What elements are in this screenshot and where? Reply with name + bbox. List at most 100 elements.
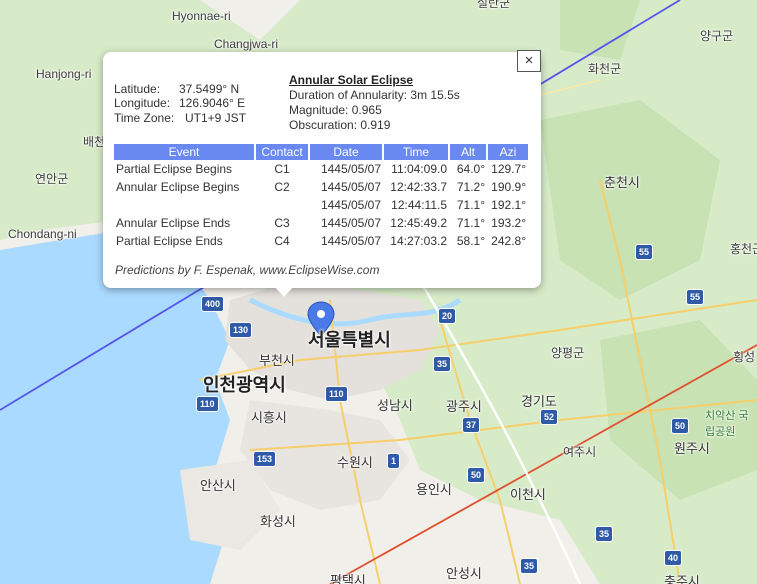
longitude-value: 126.9046° E xyxy=(179,96,246,110)
close-button[interactable]: × xyxy=(517,50,541,72)
alt-cell: 71.2° xyxy=(456,180,485,194)
event-cell: Partial Eclipse Begins xyxy=(116,162,233,176)
eclipse-info-popup: Latitude: 37.5499° N Longitude: 126.9046… xyxy=(103,52,541,297)
obscuration-text: Obscuration: 0.919 xyxy=(289,118,391,132)
timezone-label: Time Zone: xyxy=(114,111,175,125)
place-label: 화천군 xyxy=(588,62,622,76)
road-shield: 50 xyxy=(467,467,486,483)
road-shield: 35 xyxy=(595,526,614,542)
azi-cell: 129.7° xyxy=(491,162,526,176)
place-label: 부천시 xyxy=(259,353,295,368)
place-label: 원주시 xyxy=(674,441,710,456)
place-label: 충주시 xyxy=(664,574,700,584)
place-label: Chondang-ni xyxy=(8,227,77,241)
column-header: Event xyxy=(114,144,255,160)
duration-text: Duration of Annularity: 3m 15.5s xyxy=(289,88,460,102)
latitude-label: Latitude: xyxy=(114,82,161,96)
road-shield: 400 xyxy=(201,296,225,312)
road-shield: 20 xyxy=(438,308,457,324)
road-shield: 35 xyxy=(433,356,452,372)
road-shield: 153 xyxy=(253,451,277,467)
place-label-seoul: 서울특별시 xyxy=(308,330,391,350)
time-cell: 12:44:11.5 xyxy=(391,198,447,212)
alt-cell: 64.0° xyxy=(456,162,485,176)
time-cell: 11:04:09.0 xyxy=(391,162,447,176)
event-cell: Annular Eclipse Ends xyxy=(116,216,231,230)
place-label: Changjwa-ri xyxy=(214,37,279,51)
date-cell: 1445/05/07 xyxy=(320,198,381,212)
eclipse-title: Annular Solar Eclipse xyxy=(289,73,414,87)
contact-cell xyxy=(255,196,309,214)
event-cell: Annular Eclipse Begins xyxy=(116,180,240,194)
latitude-value: 37.5499° N xyxy=(179,82,240,96)
place-label: 안성시 xyxy=(446,566,482,581)
road-shield: 110 xyxy=(196,396,219,412)
place-label: Hyonnae-ri xyxy=(172,9,231,23)
column-header: Contact xyxy=(254,144,309,160)
time-cell: 12:42:33.7 xyxy=(390,180,447,194)
time-cell: 14:27:03.2 xyxy=(390,234,447,248)
place-label: 이천시 xyxy=(510,487,546,502)
place-label: 안산시 xyxy=(200,478,236,493)
table-header-row: Event Contact Date Time Alt Azi xyxy=(114,144,528,160)
road-shield: 35 xyxy=(520,558,539,574)
popup-pointer xyxy=(275,287,293,297)
contact-cell: C1 xyxy=(274,162,290,176)
event-cell xyxy=(114,196,255,214)
column-header: Date xyxy=(308,144,383,160)
table-row: Partial Eclipse Begins C1 1445/05/07 11:… xyxy=(114,160,528,178)
place-label: 양구군 xyxy=(700,29,734,43)
place-label: 수원시 xyxy=(337,455,373,470)
column-header: Time xyxy=(382,144,449,160)
time-cell: 12:45:49.2 xyxy=(390,216,447,230)
date-cell: 1445/05/07 xyxy=(320,234,381,248)
road-shield: 110 xyxy=(325,386,348,402)
alt-cell: 71.1° xyxy=(456,198,485,212)
place-label-park: 치악산 국립공원 xyxy=(705,410,749,438)
place-label: 배천 xyxy=(83,135,106,149)
column-header: Azi xyxy=(486,144,528,160)
azi-cell: 193.2° xyxy=(491,216,526,230)
road-shield: 52 xyxy=(540,409,559,425)
place-label: 홍천군 xyxy=(730,242,757,256)
date-cell: 1445/05/07 xyxy=(320,162,381,176)
place-label: 여주시 xyxy=(563,445,597,459)
road-shield: 50 xyxy=(671,418,690,434)
contact-cell: C4 xyxy=(274,234,290,248)
column-header: Alt xyxy=(448,144,487,160)
longitude-label: Longitude: xyxy=(114,96,171,110)
place-label: 양평군 xyxy=(551,346,585,360)
road-shield: 55 xyxy=(686,289,705,305)
table-row: 1445/05/07 12:44:11.5 71.1° 192.1° xyxy=(114,196,528,214)
place-label: 횡성 xyxy=(733,350,756,364)
place-label-incheon: 인천광역시 xyxy=(203,375,286,395)
magnitude-text: Magnitude: 0.965 xyxy=(289,103,382,117)
place-label: 시흥시 xyxy=(251,410,287,425)
place-label: Hanjong-ri xyxy=(36,67,92,81)
table-row: Annular Eclipse Ends C3 1445/05/07 12:45… xyxy=(114,214,528,232)
place-label: 춘천시 xyxy=(604,175,640,190)
credit-text: Predictions by F. Espenak, www.EclipseWi… xyxy=(115,263,380,277)
place-label: 성남시 xyxy=(377,398,413,413)
table-row: Annular Eclipse Begins C2 1445/05/07 12:… xyxy=(114,178,528,196)
alt-cell: 58.1° xyxy=(456,234,485,248)
road-shield: 37 xyxy=(462,417,481,433)
eclipse-events-table: Event Contact Date Time Alt Azi Partial … xyxy=(114,144,528,250)
contact-cell: C3 xyxy=(274,216,290,230)
date-cell: 1445/05/07 xyxy=(320,216,381,230)
place-label: 실란군 xyxy=(477,0,511,10)
place-label: 연안군 xyxy=(35,172,69,186)
contact-cell: C2 xyxy=(274,180,290,194)
road-shield: 130 xyxy=(229,322,253,338)
place-label: 화성시 xyxy=(260,514,296,529)
place-label: 경기도 xyxy=(521,394,557,409)
table-row: Partial Eclipse Ends C4 1445/05/07 14:27… xyxy=(114,232,528,250)
azi-cell: 190.9° xyxy=(491,180,526,194)
place-label: 평택시 xyxy=(330,573,366,584)
alt-cell: 71.1° xyxy=(456,216,485,230)
azi-cell: 192.1° xyxy=(491,198,526,212)
date-cell: 1445/05/07 xyxy=(320,180,381,194)
road-shield: 1 xyxy=(387,453,401,469)
event-cell: Partial Eclipse Ends xyxy=(116,234,223,248)
place-label: 용인시 xyxy=(416,482,452,497)
